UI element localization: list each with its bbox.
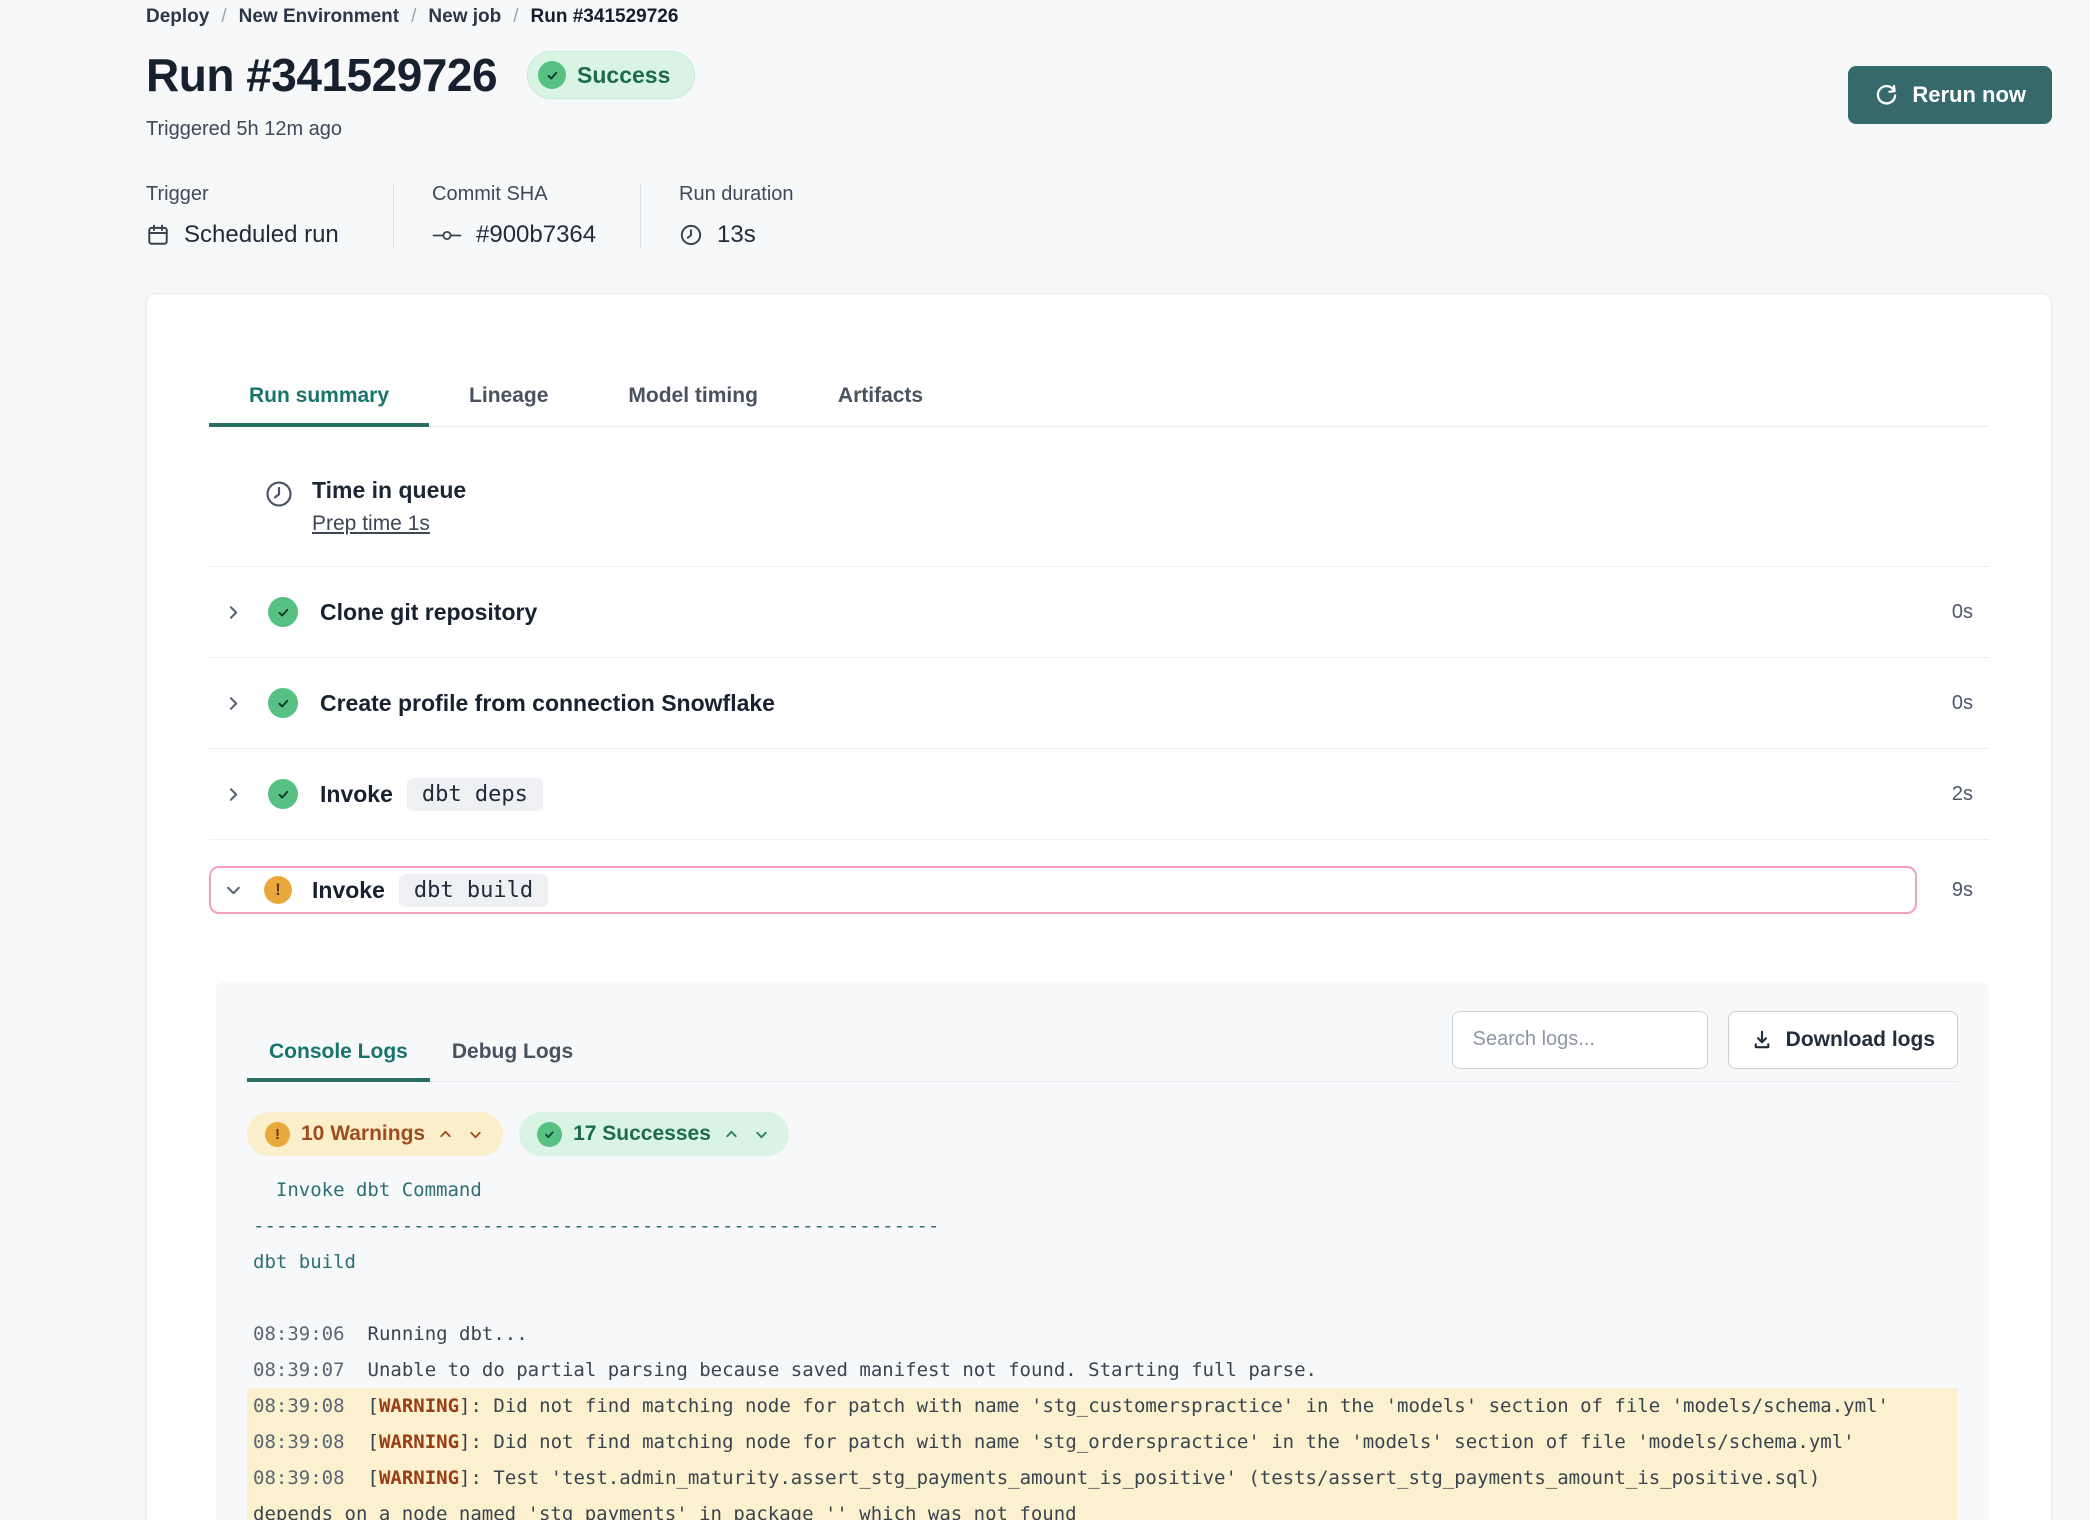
step-invoke-dbt-deps[interactable]: Invoke dbt deps 2s	[209, 749, 1989, 840]
warnings-count: 10 Warnings	[301, 1122, 425, 1146]
breadcrumb-environment[interactable]: New Environment	[239, 6, 399, 28]
step-title: Invoke	[320, 781, 393, 808]
tab-model-timing[interactable]: Model timing	[588, 384, 798, 426]
time-in-queue-section: Time in queue Prep time 1s	[209, 427, 1989, 567]
chevron-right-icon[interactable]	[225, 695, 242, 712]
step-duration: 2s	[1929, 783, 1973, 806]
tab-console-logs[interactable]: Console Logs	[247, 1040, 430, 1081]
successes-badge[interactable]: 17 Successes	[519, 1112, 789, 1156]
success-icon	[268, 597, 298, 627]
log-line: 08:39:06Running dbt...	[247, 1316, 1958, 1352]
calendar-icon	[146, 223, 170, 247]
download-logs-button[interactable]: Download logs	[1728, 1011, 1958, 1069]
clock-icon	[264, 479, 294, 536]
caret-up-icon[interactable]	[722, 1125, 741, 1144]
trigger-value: Scheduled run	[184, 221, 339, 249]
triggered-timestamp: Triggered 5h 12m ago	[146, 118, 2052, 141]
logs-actions: Download logs	[1452, 982, 1958, 1081]
duration-label: Run duration	[679, 183, 794, 206]
page-title: Run #341529726	[146, 48, 497, 102]
success-icon	[537, 1122, 562, 1147]
commit-label: Commit SHA	[432, 183, 592, 206]
meta-trigger: Trigger Scheduled run	[146, 183, 393, 249]
log-line-warning: 08:39:08[WARNING]: Did not find matching…	[247, 1388, 1958, 1424]
refresh-icon	[1874, 83, 1899, 108]
breadcrumb: Deploy / New Environment / New job / Run…	[146, 4, 2052, 28]
run-tabs: Run summary Lineage Model timing Artifac…	[209, 384, 1989, 427]
log-line	[247, 1280, 1958, 1316]
download-logs-label: Download logs	[1786, 1028, 1935, 1052]
trigger-label: Trigger	[146, 183, 345, 206]
step-duration: 9s	[1929, 879, 1973, 902]
rerun-now-label: Rerun now	[1912, 82, 2026, 108]
step-duration: 0s	[1929, 601, 1973, 624]
breadcrumb-deploy[interactable]: Deploy	[146, 6, 209, 28]
log-line: Invoke dbt Command	[247, 1172, 1958, 1208]
run-summary-card: Run summary Lineage Model timing Artifac…	[146, 293, 2052, 1520]
status-badge: Success	[527, 51, 695, 99]
warning-icon: !	[264, 876, 292, 904]
logs-header: Console Logs Debug Logs Download logs	[247, 982, 1958, 1082]
search-logs-input[interactable]	[1452, 1011, 1708, 1069]
successes-count: 17 Successes	[573, 1122, 711, 1146]
logs-panel: Console Logs Debug Logs Download logs !	[216, 982, 1989, 1520]
step-invoke-dbt-build-header[interactable]: ! Invoke dbt build	[209, 866, 1917, 914]
caret-down-icon[interactable]	[466, 1125, 485, 1144]
success-icon	[268, 688, 298, 718]
tab-artifacts[interactable]: Artifacts	[798, 384, 963, 426]
duration-value: 13s	[717, 221, 756, 249]
log-line: dbt build	[247, 1244, 1958, 1280]
clock-icon	[679, 223, 703, 247]
caret-down-icon[interactable]	[752, 1125, 771, 1144]
step-create-profile[interactable]: Create profile from connection Snowflake…	[209, 658, 1989, 749]
breadcrumb-separator: /	[411, 6, 416, 28]
download-icon	[1751, 1029, 1773, 1051]
commit-value: #900b7364	[476, 221, 596, 249]
step-title: Clone git repository	[320, 599, 537, 626]
step-invoke-dbt-build: ! Invoke dbt build 9s	[209, 840, 1989, 940]
success-icon	[538, 61, 566, 89]
caret-up-icon[interactable]	[436, 1125, 455, 1144]
warnings-badge[interactable]: ! 10 Warnings	[247, 1112, 503, 1156]
success-icon	[268, 779, 298, 809]
breadcrumb-separator: /	[513, 6, 518, 28]
step-title: Create profile from connection Snowflake	[320, 690, 775, 717]
tab-run-summary[interactable]: Run summary	[209, 384, 429, 426]
chevron-right-icon[interactable]	[225, 786, 242, 803]
tab-lineage[interactable]: Lineage	[429, 384, 588, 426]
meta-duration: Run duration 13s	[640, 183, 842, 249]
commit-icon	[432, 229, 462, 242]
step-title: Invoke	[312, 877, 385, 904]
breadcrumb-job[interactable]: New job	[428, 6, 501, 28]
chevron-right-icon[interactable]	[225, 604, 242, 621]
status-label: Success	[577, 62, 670, 89]
console-log-output: Invoke dbt Command ---------------------…	[247, 1172, 1958, 1520]
run-detail-page: Deploy / New Environment / New job / Run…	[0, 0, 2090, 1520]
queue-title: Time in queue	[312, 477, 466, 504]
meta-commit: Commit SHA #900b7364	[393, 183, 640, 249]
warning-icon: !	[265, 1122, 290, 1147]
log-line-warning: 08:39:08[WARNING]: Test 'test.admin_matu…	[247, 1460, 1958, 1520]
step-clone-git-repository[interactable]: Clone git repository 0s	[209, 567, 1989, 658]
step-duration: 0s	[1929, 692, 1973, 715]
run-meta: Trigger Scheduled run Commit SHA #900b73…	[146, 183, 2052, 249]
prep-time-link[interactable]: Prep time 1s	[312, 512, 430, 536]
tab-debug-logs[interactable]: Debug Logs	[430, 1040, 595, 1081]
breadcrumb-run: Run #341529726	[531, 6, 679, 28]
chevron-down-icon[interactable]	[225, 882, 242, 899]
log-line: ----------------------------------------…	[247, 1208, 1958, 1244]
step-command-chip: dbt build	[399, 874, 548, 907]
logs-tabs: Console Logs Debug Logs	[247, 982, 595, 1081]
step-command-chip: dbt deps	[407, 778, 543, 811]
log-line-warning: 08:39:08[WARNING]: Did not find matching…	[247, 1424, 1958, 1460]
title-row: Run #341529726 Success	[146, 48, 2052, 102]
rerun-now-button[interactable]: Rerun now	[1848, 66, 2052, 124]
log-line: 08:39:07Unable to do partial parsing bec…	[247, 1352, 1958, 1388]
log-filter-badges: ! 10 Warnings 17 Successes	[247, 1112, 1958, 1156]
breadcrumb-separator: /	[221, 6, 226, 28]
